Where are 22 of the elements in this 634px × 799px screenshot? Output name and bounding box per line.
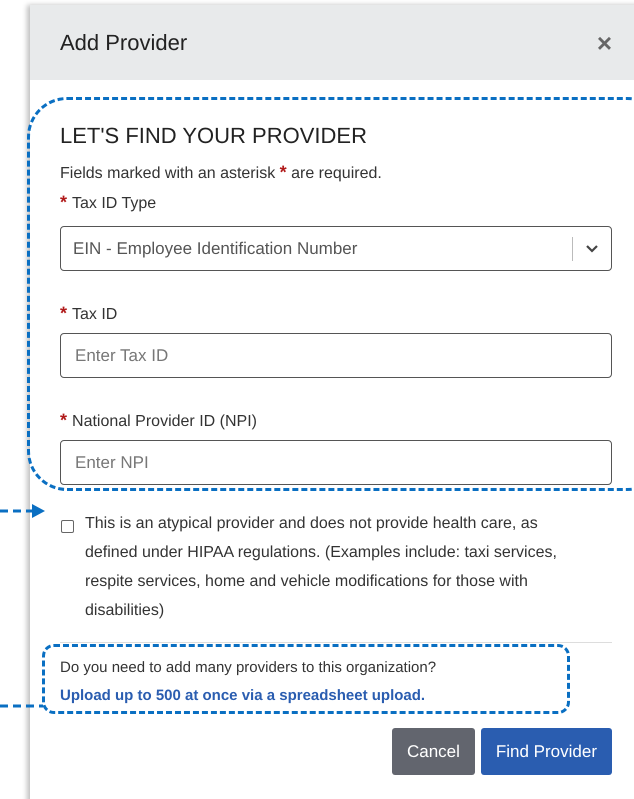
input-field[interactable]: Enter Tax ID [60,333,612,378]
input-field[interactable]: Enter NPI [60,440,612,485]
section-heading: LET'S FIND YOUR PROVIDER [60,122,368,150]
dialog-title: Add Provider [60,29,188,57]
field-label: Tax ID [72,305,118,325]
required-note: Fields marked with an asterisk * are required. [60,162,383,184]
callout-arrow [0,503,46,519]
cancel-button[interactable]: Cancel [392,728,475,775]
checkbox[interactable] [61,520,74,533]
field-label: National Provider ID (NPI) [72,412,257,432]
field-label: Tax ID Type [72,194,156,214]
tax-id-type-select[interactable]: EIN - Employee Identification Number [60,226,612,271]
required-asterisk: * [60,303,68,323]
chevron-down-icon [585,244,599,253]
spreadsheet-upload-link[interactable]: Upload up to 500 at once via a spreadsheet upload. [60,686,426,706]
bulk-upload-question: Do you need to add many providers to this organization? [60,658,438,678]
find-provider-button[interactable]: Find Provider [480,728,612,775]
checkbox-label: This is an atypical provider and does not provide health care, as defined under HIPAA regulations. (Examples include: taxi services, respite services, home and vehicle modifications for those with disabilities) [85,514,558,621]
close-button[interactable]: × [596,30,612,56]
required-asterisk: * [60,192,68,212]
required-asterisk: * [60,410,68,430]
callout-line [0,704,43,708]
